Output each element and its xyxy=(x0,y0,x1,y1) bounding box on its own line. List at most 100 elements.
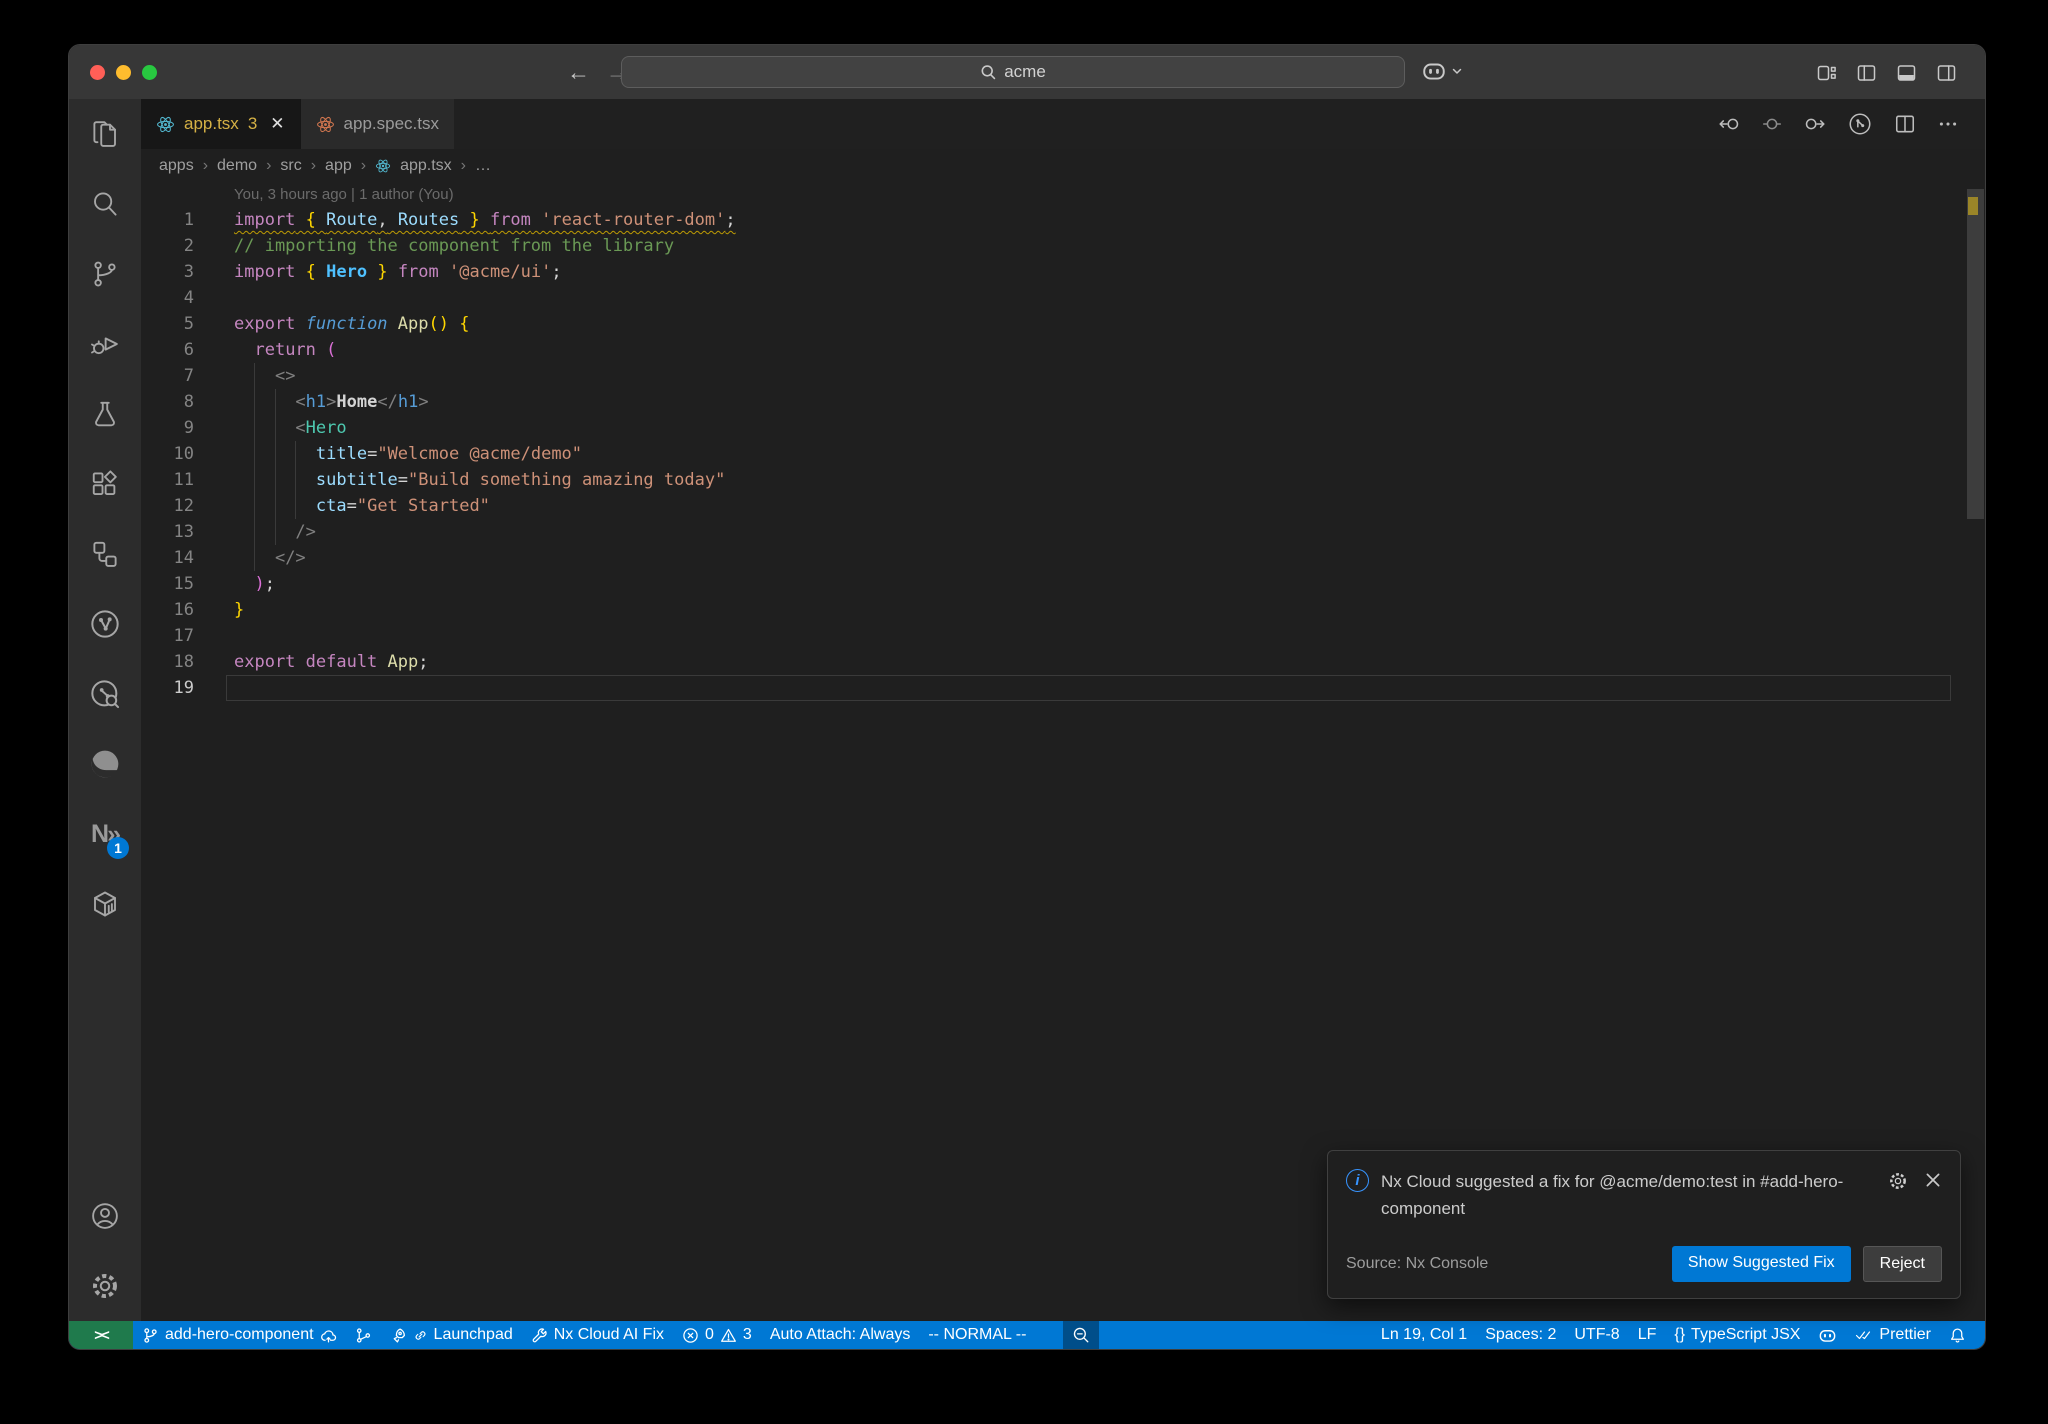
code-line[interactable]: 16} xyxy=(141,597,1985,623)
status-nx-cloud-ai-fix[interactable]: Nx Cloud AI Fix xyxy=(522,1321,673,1349)
code-line[interactable]: 3 import { Hero } from '@acme/ui'; xyxy=(141,259,1985,285)
code-line[interactable]: 7 <> xyxy=(141,363,1985,389)
status-problems[interactable]: 0 3 xyxy=(673,1321,761,1349)
line-number[interactable]: 6 xyxy=(141,337,194,363)
nx-graph-action-icon[interactable] xyxy=(1847,111,1873,137)
line-number[interactable]: 15 xyxy=(141,571,194,597)
close-window-button[interactable] xyxy=(90,64,105,80)
code-line[interactable]: 2 // importing the component from the lib… xyxy=(141,233,1985,259)
command-center-search[interactable]: acme xyxy=(621,56,1405,88)
code-line[interactable]: 17 xyxy=(141,623,1985,649)
sidebar-item-nx-console[interactable]: N» 1 xyxy=(69,799,141,869)
close-icon[interactable] xyxy=(1924,1171,1942,1189)
code-line[interactable]: 14 </> xyxy=(141,545,1985,571)
sidebar-item-nx-project-details[interactable] xyxy=(69,659,141,729)
status-encoding[interactable]: UTF-8 xyxy=(1565,1321,1628,1349)
toggle-panel-icon[interactable] xyxy=(1896,62,1917,83)
vertical-scrollbar[interactable] xyxy=(1967,189,1984,519)
previous-change-icon[interactable] xyxy=(1718,113,1740,135)
show-suggested-fix-button[interactable]: Show Suggested Fix xyxy=(1671,1246,1851,1282)
toggle-secondary-sidebar-icon[interactable] xyxy=(1936,62,1957,83)
line-number[interactable]: 4 xyxy=(141,285,194,311)
sidebar-item-source-control[interactable] xyxy=(69,239,141,309)
tab-app-spec-tsx[interactable]: app.spec.tsx xyxy=(299,99,454,149)
sidebar-item-search[interactable] xyxy=(69,169,141,239)
code-line[interactable]: 10 title="Welcmoe @acme/demo" xyxy=(141,441,1985,467)
sidebar-item-package[interactable] xyxy=(69,869,141,939)
status-zoom-out[interactable] xyxy=(1063,1321,1100,1349)
status-copilot[interactable] xyxy=(1809,1321,1846,1349)
line-number[interactable]: 1 xyxy=(141,207,194,233)
line-number[interactable]: 8 xyxy=(141,389,194,415)
status-auto-attach[interactable]: Auto Attach: Always xyxy=(761,1321,920,1349)
status-indentation[interactable]: Spaces: 2 xyxy=(1476,1321,1565,1349)
code-line[interactable]: 4 xyxy=(141,285,1985,311)
code-line[interactable]: 15 ); xyxy=(141,571,1985,597)
change-marker-icon[interactable] xyxy=(1761,113,1783,135)
sidebar-item-edge-browser[interactable] xyxy=(69,729,141,799)
status-language-mode[interactable]: {} TypeScript JSX xyxy=(1665,1321,1809,1349)
code-line[interactable]: 9 <Hero xyxy=(141,415,1985,441)
line-number[interactable]: 13 xyxy=(141,519,194,545)
sidebar-item-extensions[interactable] xyxy=(69,449,141,519)
source-control-icon xyxy=(94,261,116,287)
sidebar-item-explorer[interactable] xyxy=(69,99,141,169)
status-source-control-graph[interactable] xyxy=(346,1321,381,1349)
code-line[interactable]: 11 subtitle="Build something amazing tod… xyxy=(141,467,1985,493)
line-number[interactable]: 19 xyxy=(141,675,194,701)
status-formatter[interactable]: Prettier xyxy=(1846,1321,1940,1349)
line-number[interactable]: 11 xyxy=(141,467,194,493)
line-number[interactable]: 5 xyxy=(141,311,194,337)
history-back-icon[interactable]: ← xyxy=(567,59,590,86)
remote-indicator[interactable]: >< xyxy=(69,1321,133,1349)
zoom-window-button[interactable] xyxy=(142,64,157,80)
code-line[interactable]: 8 <h1>Home</h1> xyxy=(141,389,1985,415)
line-number[interactable]: 10 xyxy=(141,441,194,467)
breadcrumb-item[interactable]: demo xyxy=(217,157,257,175)
split-editor-icon[interactable] xyxy=(1894,113,1916,135)
breadcrumb-item[interactable]: app.tsx xyxy=(400,157,452,175)
sidebar-item-references[interactable] xyxy=(69,519,141,589)
code-line[interactable]: 13 /> xyxy=(141,519,1985,545)
status-cursor-position[interactable]: Ln 19, Col 1 xyxy=(1372,1321,1476,1349)
line-number[interactable]: 12 xyxy=(141,493,194,519)
sidebar-item-testing[interactable] xyxy=(69,379,141,449)
breadcrumb-item[interactable]: app xyxy=(325,157,352,175)
line-number[interactable]: 2 xyxy=(141,233,194,259)
tab-app-tsx[interactable]: app.tsx 3 ✕ xyxy=(141,99,300,149)
line-number[interactable]: 14 xyxy=(141,545,194,571)
status-branch[interactable]: add-hero-component xyxy=(133,1321,346,1349)
customize-layout-icon[interactable] xyxy=(1816,62,1837,83)
more-actions-icon[interactable] xyxy=(1937,113,1959,135)
line-number[interactable]: 16 xyxy=(141,597,194,623)
code-line[interactable]: 18 export default App; xyxy=(141,649,1985,675)
line-content: /> xyxy=(295,522,316,542)
copilot-menu-button[interactable] xyxy=(1421,58,1463,84)
toggle-primary-sidebar-icon[interactable] xyxy=(1856,62,1877,83)
accounts-button[interactable] xyxy=(69,1181,141,1251)
breadcrumb-item[interactable]: apps xyxy=(159,157,194,175)
status-eol[interactable]: LF xyxy=(1629,1321,1666,1349)
reject-button[interactable]: Reject xyxy=(1862,1246,1942,1282)
minimize-window-button[interactable] xyxy=(116,64,131,80)
notification-settings-icon[interactable] xyxy=(1888,1171,1908,1191)
sidebar-item-nx-project-graph[interactable] xyxy=(69,589,141,659)
code-line[interactable]: 1 import { Route, Routes } from 'react-ro… xyxy=(141,207,1985,233)
line-number[interactable]: 17 xyxy=(141,623,194,649)
settings-button[interactable] xyxy=(69,1251,141,1321)
breadcrumb-more[interactable]: … xyxy=(475,157,491,175)
line-number[interactable]: 3 xyxy=(141,259,194,285)
line-number[interactable]: 7 xyxy=(141,363,194,389)
code-line[interactable]: 5 export function App() { xyxy=(141,311,1985,337)
code-line[interactable]: 12 cta="Get Started" xyxy=(141,493,1985,519)
sidebar-item-run-debug[interactable] xyxy=(69,309,141,379)
line-number[interactable]: 18 xyxy=(141,649,194,675)
breadcrumb-item[interactable]: src xyxy=(280,157,301,175)
next-change-icon[interactable] xyxy=(1804,113,1826,135)
status-launchpad[interactable]: Launchpad xyxy=(381,1321,522,1349)
status-notifications-bell[interactable] xyxy=(1940,1321,1975,1349)
line-number[interactable]: 9 xyxy=(141,415,194,441)
close-tab-icon[interactable]: ✕ xyxy=(270,114,284,134)
code-line[interactable]: 6 return ( xyxy=(141,337,1985,363)
status-vim-mode[interactable]: -- NORMAL -- xyxy=(919,1321,1035,1349)
